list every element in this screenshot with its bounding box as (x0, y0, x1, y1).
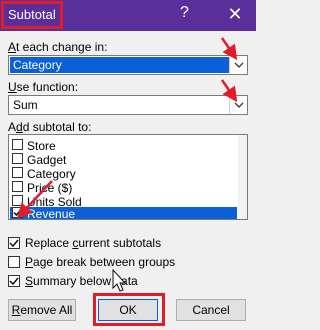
list-item-revenue[interactable]: Revenue (10, 207, 237, 219)
add-subtotal-list[interactable]: Store Gadget Category Price ($) Units So… (8, 134, 248, 220)
list-item[interactable]: Store (10, 139, 237, 153)
list-item[interactable]: Gadget (10, 153, 237, 167)
list-item[interactable]: Category (10, 167, 237, 181)
checkbox[interactable] (12, 181, 23, 192)
at-each-change-label: At each change in: (8, 40, 108, 54)
list-item[interactable]: Price ($) (10, 181, 237, 195)
use-function-value: Sum (13, 98, 38, 112)
checkbox[interactable] (12, 195, 23, 206)
list-scrollbar[interactable] (238, 135, 247, 219)
use-function-dropdown[interactable]: Sum (8, 95, 248, 115)
ok-highlight-box (93, 293, 165, 326)
cancel-button[interactable]: Cancel (176, 299, 246, 321)
annotation-arrow (220, 79, 238, 103)
at-each-change-value: Category (10, 57, 229, 73)
chevron-down-icon[interactable] (229, 56, 247, 74)
chevron-down-icon[interactable] (229, 96, 247, 114)
checkbox-checked[interactable] (8, 275, 20, 287)
title-bar: Subtotal ? ✕ (0, 0, 256, 31)
checkbox-checked[interactable] (12, 207, 23, 218)
checkbox[interactable] (12, 167, 23, 178)
add-subtotal-label: Add subtotal to: (8, 120, 92, 134)
checkbox[interactable] (12, 153, 23, 164)
title-highlight-box (1, 1, 63, 29)
checkbox[interactable] (12, 139, 23, 150)
use-function-label: Use function: (8, 80, 79, 94)
close-icon[interactable]: ✕ (222, 1, 248, 27)
remove-all-button[interactable]: Remove All (8, 299, 76, 321)
checkbox[interactable] (8, 256, 20, 268)
at-each-change-dropdown[interactable]: Category (8, 55, 248, 75)
help-icon[interactable]: ? (180, 4, 189, 22)
annotation-arrow (220, 37, 238, 61)
checkbox-checked[interactable] (8, 237, 20, 249)
